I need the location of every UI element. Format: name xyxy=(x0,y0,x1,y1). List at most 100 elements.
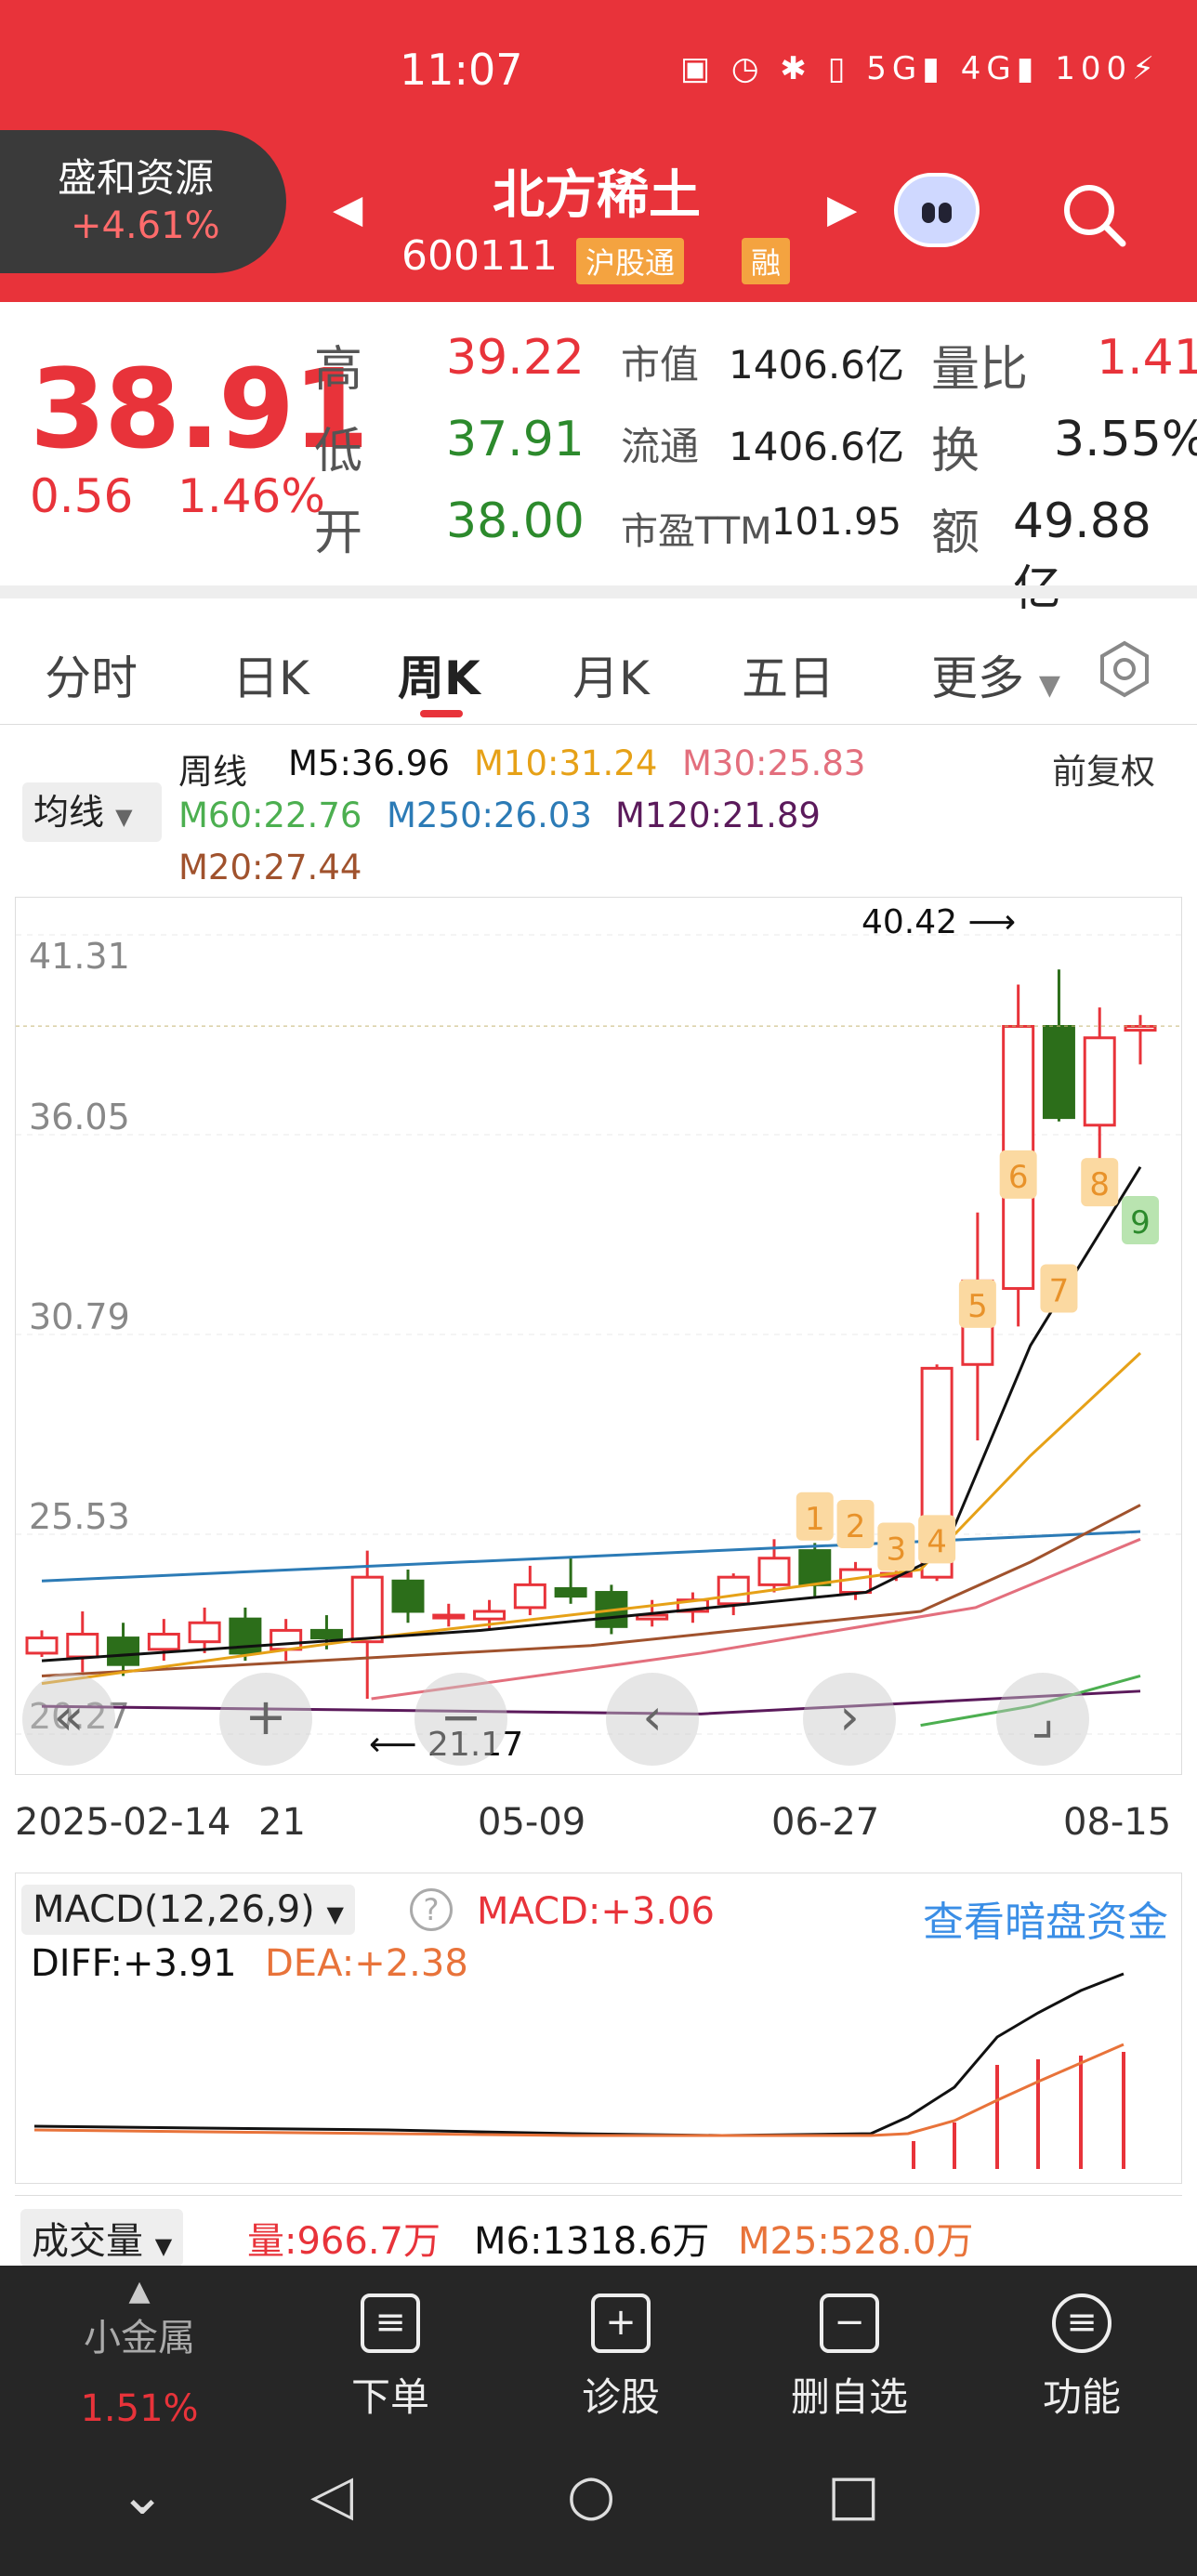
ma-m60: M60:22.76 xyxy=(178,795,362,835)
nav-back-icon[interactable]: ◁ xyxy=(310,2463,353,2528)
ma-period: 周线 xyxy=(178,752,247,792)
candle-body xyxy=(513,1583,546,1610)
zoom-out-icon[interactable]: − xyxy=(414,1673,507,1766)
x-tick-start: 2025-02-14 xyxy=(15,1801,231,1844)
remove-watchlist-button[interactable]: − 删自选 xyxy=(775,2293,924,2423)
scroll-left-icon[interactable]: ‹ xyxy=(606,1673,699,1766)
high-value: 39.22 xyxy=(446,330,585,386)
turnover-label: 换 xyxy=(931,424,980,480)
sequence-badge-label: 4 xyxy=(927,1523,947,1560)
candle-body xyxy=(757,1557,791,1586)
order-icon: ≡ xyxy=(361,2293,420,2353)
nav-collapse-icon[interactable]: ⌄ xyxy=(119,2463,165,2528)
float-value: 1406.6亿 xyxy=(729,424,904,469)
dropdown-icon: ▼ xyxy=(1038,669,1060,702)
sequence-badge-label: 7 xyxy=(1049,1273,1070,1310)
moving-average-line xyxy=(41,1530,1141,1583)
scroll-right-icon[interactable]: › xyxy=(803,1673,896,1766)
search-icon[interactable] xyxy=(1061,182,1126,247)
volratio-label: 量比 xyxy=(931,342,1029,398)
candle-body xyxy=(66,1633,99,1659)
candle-body xyxy=(391,1579,425,1613)
float-label: 流通 xyxy=(621,424,700,469)
low-value: 37.91 xyxy=(446,412,585,467)
volume-m25: M25:528.0万 xyxy=(738,2220,974,2263)
mktcap-value: 1406.6亿 xyxy=(729,342,904,388)
candle-body xyxy=(25,1636,59,1655)
kline-svg: 41.3136.0530.7925.5320.2740.42 ⟶⟵ 21.171… xyxy=(16,903,1183,1764)
candle-body xyxy=(107,1636,140,1666)
candle-body xyxy=(432,1613,466,1620)
candle-body xyxy=(1042,1025,1075,1120)
candle-body xyxy=(798,1549,832,1586)
order-button[interactable]: ≡ 下单 xyxy=(316,2293,465,2423)
dropdown-icon: ▼ xyxy=(115,804,133,830)
tab-five-day[interactable]: 五日 xyxy=(742,641,835,708)
rewind-icon[interactable]: « xyxy=(22,1673,115,1766)
pe-label: 市盈TTM xyxy=(621,510,772,553)
tab-weekly-k[interactable]: 周K xyxy=(398,641,480,708)
kline-chart[interactable]: 41.31 36.05 30.79 25.53 20.27 40.42 ⟶ ⟵ 21.17 1… xyxy=(15,897,1183,1775)
sequence-badge-label: 5 xyxy=(967,1288,988,1325)
candle-body xyxy=(1083,1036,1116,1127)
y-tick-label: 41.31 xyxy=(29,936,130,977)
tab-more-label: 更多 xyxy=(931,651,1024,705)
functions-button[interactable]: ≡ 功能 xyxy=(1007,2293,1156,2423)
open-value: 38.00 xyxy=(446,493,585,549)
sequence-badge-label: 3 xyxy=(887,1531,907,1568)
fullscreen-icon[interactable]: ⌟ xyxy=(996,1673,1089,1766)
next-stock-icon[interactable]: ▶ xyxy=(827,186,857,231)
tab-daily-k[interactable]: 日K xyxy=(232,641,309,708)
sequence-badge-label: 2 xyxy=(846,1508,866,1545)
price-change: 0.56 1.46% xyxy=(30,469,325,523)
candle-body xyxy=(147,1633,180,1651)
volume-m6: M6:1318.6万 xyxy=(474,2220,710,2263)
low-label: 低 xyxy=(314,424,363,480)
prev-stock-icon[interactable]: ◀ xyxy=(333,186,362,231)
sequence-badge-label: 6 xyxy=(1008,1159,1029,1196)
sequence-badge-label: 9 xyxy=(1130,1204,1151,1242)
pe-value: 101.95 xyxy=(771,501,901,544)
ma-m20: M20:27.44 xyxy=(178,848,362,887)
dropdown-icon: ▼ xyxy=(154,2233,173,2259)
turnover-value: 3.55% xyxy=(1054,412,1197,467)
status-time: 11:07 xyxy=(400,45,523,95)
moving-average-line xyxy=(41,1689,1141,1715)
zoom-in-icon[interactable]: + xyxy=(219,1673,312,1766)
volume-dropdown[interactable]: 成交量 ▼ xyxy=(20,2209,184,2267)
diagnose-button[interactable]: + 诊股 xyxy=(546,2293,695,2423)
sector-name: 小金属 xyxy=(84,2317,195,2359)
y-tick-label: 30.79 xyxy=(29,1296,130,1337)
sequence-badge-label: 8 xyxy=(1089,1166,1110,1203)
ma-m5: M5:36.96 xyxy=(288,743,450,783)
adjust-mode[interactable]: 前复权 xyxy=(1052,743,1155,794)
settings-gear-icon[interactable] xyxy=(1095,639,1154,699)
sector-chip[interactable]: ▲ 小金属 1.51% xyxy=(65,2275,214,2430)
functions-label: 功能 xyxy=(1042,2374,1121,2420)
tab-monthly-k[interactable]: 月K xyxy=(572,641,650,708)
amount-value: 49.88亿 xyxy=(1013,493,1151,617)
nav-home-icon[interactable]: ○ xyxy=(567,2463,615,2528)
divider xyxy=(0,585,1197,598)
peer-stock-chip[interactable]: 盛和资源 +4.61% xyxy=(0,130,286,273)
tab-minute[interactable]: 分时 xyxy=(45,641,138,708)
x-tick-4: 06-27 xyxy=(771,1801,880,1844)
peer-stock-name: 盛和资源 xyxy=(58,155,215,201)
mktcap-label: 市值 xyxy=(621,342,700,388)
sequence-badge-label: 1 xyxy=(805,1501,825,1538)
macd-svg xyxy=(33,1972,1125,2169)
ma-m120: M120:21.89 xyxy=(615,795,821,835)
y-tick-label: 36.05 xyxy=(29,1097,130,1137)
volume-panel: 成交量 ▼ 量:966.7万 M6:1318.6万 M25:528.0万 xyxy=(15,2195,1182,2269)
tab-more[interactable]: 更多 ▼ xyxy=(931,641,1060,708)
remove-label: 删自选 xyxy=(790,2374,908,2420)
connect-badge: 沪股通 xyxy=(576,238,685,284)
functions-icon: ≡ xyxy=(1052,2293,1112,2353)
candle-body xyxy=(350,1575,384,1644)
ma-m30: M30:25.83 xyxy=(682,743,866,783)
y-tick-label: 25.53 xyxy=(29,1496,130,1537)
candle-body xyxy=(717,1575,750,1606)
ma-dropdown[interactable]: 均线 ▼ xyxy=(22,782,162,842)
assistant-robot-icon[interactable] xyxy=(894,173,980,247)
nav-recents-icon[interactable]: □ xyxy=(827,2463,880,2528)
